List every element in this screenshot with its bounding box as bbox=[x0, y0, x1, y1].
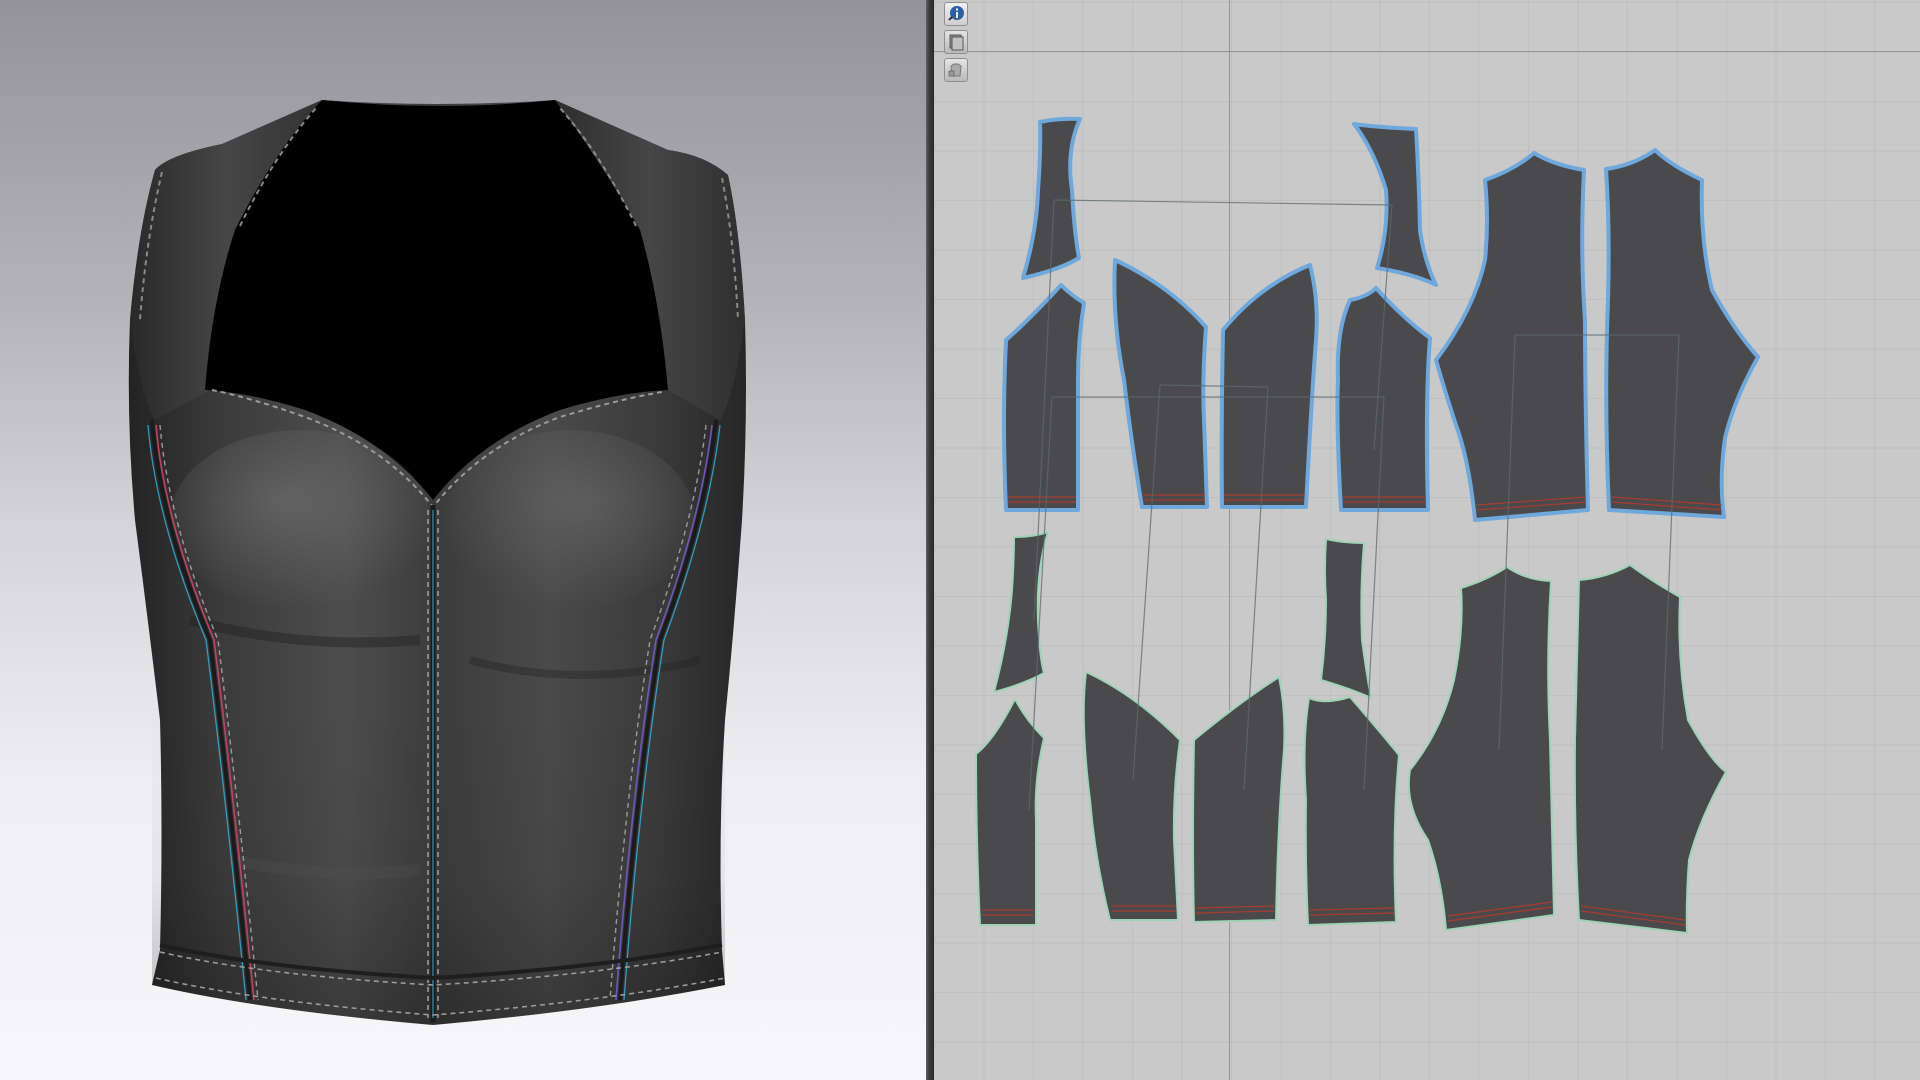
info-tool-button[interactable] bbox=[944, 2, 968, 26]
pattern-piece-back-lining-left[interactable] bbox=[1407, 566, 1555, 931]
pattern-piece-back-panel-left[interactable] bbox=[1434, 151, 1590, 522]
pattern-piece-front-center-lining-right[interactable] bbox=[1192, 676, 1286, 923]
left-cup-highlight bbox=[170, 430, 430, 610]
pattern-piece-back-lining-right[interactable] bbox=[1573, 564, 1727, 934]
pattern-layers-icon bbox=[949, 34, 964, 51]
pattern-piece-front-center-panel-left[interactable] bbox=[1112, 258, 1209, 509]
garment-lock-tool-button[interactable] bbox=[944, 58, 968, 82]
pattern-piece-front-side-lining-right[interactable] bbox=[1303, 696, 1400, 926]
pattern-layers-tool-button[interactable] bbox=[944, 30, 968, 54]
pattern-piece-front-center-lining-left[interactable] bbox=[1082, 671, 1181, 921]
3d-garment-viewport[interactable] bbox=[0, 0, 926, 1080]
clothing-design-app bbox=[0, 0, 1920, 1080]
garment-3d-render[interactable] bbox=[0, 0, 926, 1080]
view-splitter[interactable] bbox=[926, 0, 934, 1080]
grainline bbox=[1053, 199, 1393, 206]
garment-lock-icon bbox=[948, 63, 962, 77]
pattern-piece-back-panel-right[interactable] bbox=[1604, 148, 1760, 519]
pattern-piece-side-lining-right[interactable] bbox=[1320, 538, 1372, 699]
info-icon bbox=[948, 6, 964, 21]
2d-view-toolbar bbox=[944, 2, 974, 82]
2d-pattern-viewport[interactable] bbox=[934, 0, 1920, 1080]
right-cup-highlight bbox=[445, 430, 695, 610]
pattern-board[interactable] bbox=[934, 0, 1920, 1080]
